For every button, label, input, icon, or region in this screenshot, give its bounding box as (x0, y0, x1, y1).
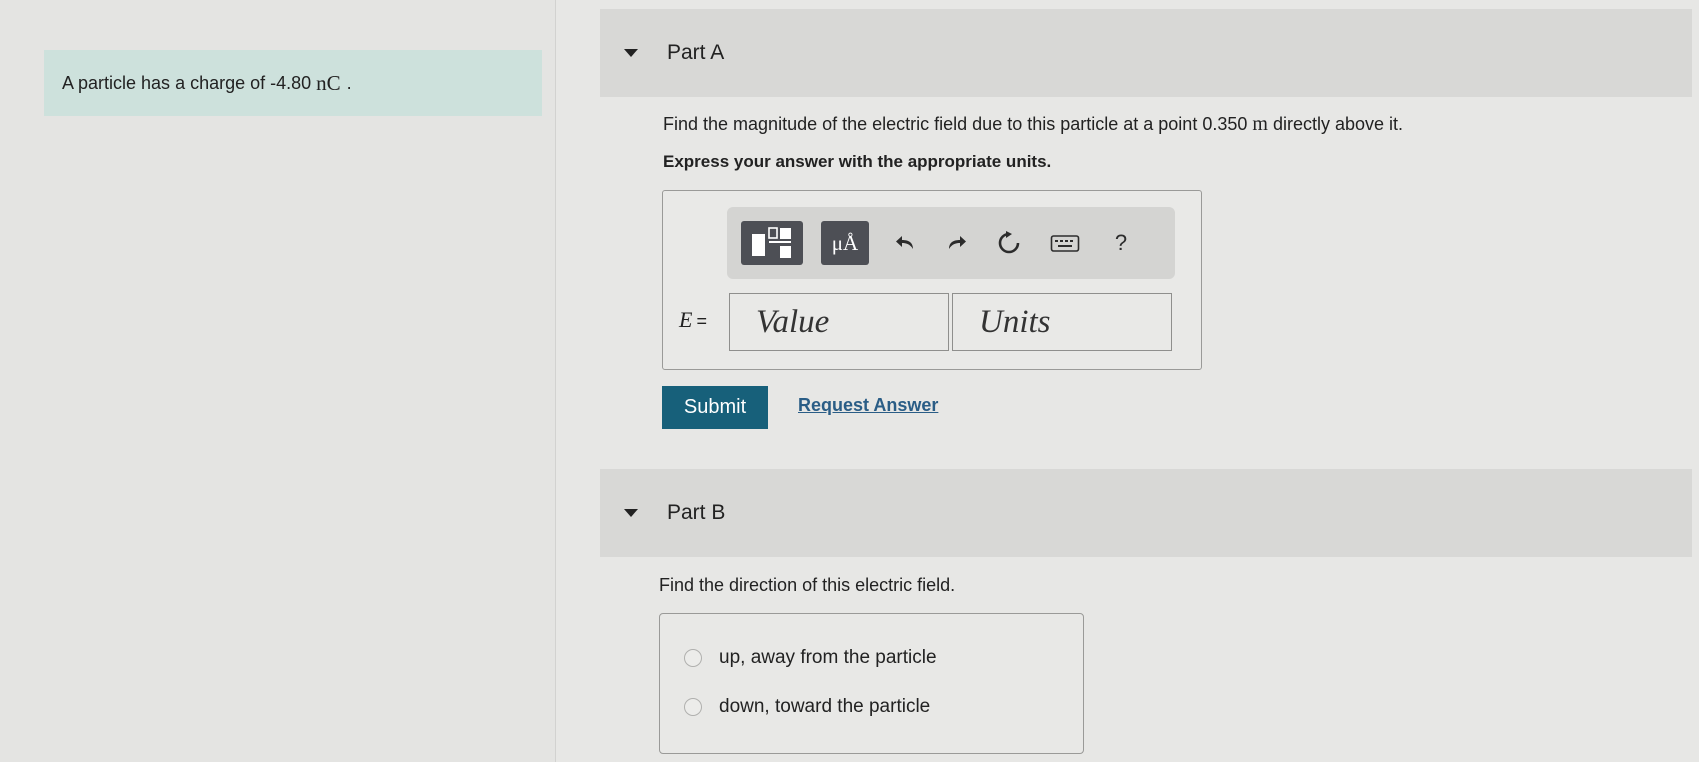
problem-statement: A particle has a charge of -4.80 nC . (44, 50, 542, 116)
choices-box (659, 613, 1084, 754)
units-button[interactable]: μÅ (821, 221, 869, 265)
help-icon: ? (1114, 230, 1128, 255)
redo-button[interactable] (939, 225, 975, 261)
undo-button[interactable] (887, 225, 923, 261)
part-b-collapse-caret-icon[interactable] (624, 509, 638, 517)
value-placeholder: Value (756, 303, 830, 340)
part-a-instruction: Express your answer with the appropriate… (663, 152, 1052, 171)
units-placeholder: Units (979, 303, 1051, 340)
part-a-question: Find the magnitude of the electric field… (663, 113, 1403, 136)
redo-icon (949, 236, 966, 249)
part-b-title: Part B (667, 501, 726, 524)
math-toolbar: μÅ ? (727, 207, 1175, 279)
submit-button[interactable]: Submit (662, 386, 768, 429)
radio-button[interactable] (684, 649, 702, 667)
help-button[interactable]: ? (1103, 225, 1139, 261)
choice-label: down, toward the particle (719, 696, 931, 717)
problem-charge-unit: nC (316, 70, 341, 95)
choice-down[interactable]: down, toward the particle (684, 696, 930, 718)
problem-text: A particle has a charge of -4.80 (62, 72, 312, 93)
part-b-header[interactable]: Part B (600, 469, 1692, 557)
value-input[interactable]: Value (729, 293, 949, 351)
part-a-question-end: directly above it. (1272, 114, 1404, 134)
equation-label: E = (679, 307, 707, 333)
equation-variable: E (679, 307, 693, 332)
problem-period: . (346, 72, 352, 93)
reset-button[interactable] (991, 225, 1027, 261)
part-a-title: Part A (667, 41, 725, 64)
templates-button[interactable] (741, 221, 803, 265)
problem-column: A particle has a charge of -4.80 nC . (0, 0, 556, 762)
units-symbol-label: μÅ (831, 230, 859, 255)
part-a-header[interactable]: Part A (600, 9, 1692, 97)
part-a-distance-unit: m (1252, 113, 1268, 135)
equation-equals: = (696, 311, 707, 331)
radio-button[interactable] (684, 698, 702, 716)
request-answer-link[interactable]: Request Answer (798, 395, 938, 416)
reset-icon (998, 231, 1020, 254)
keyboard-button[interactable] (1045, 225, 1085, 261)
choice-up[interactable]: up, away from the particle (684, 647, 937, 669)
undo-icon (896, 236, 913, 249)
choice-label: up, away from the particle (719, 647, 937, 668)
part-b-question: Find the direction of this electric fiel… (659, 575, 956, 595)
part-a-collapse-caret-icon[interactable] (624, 49, 638, 57)
fraction-template-icon (752, 227, 791, 258)
part-a-question-text: Find the magnitude of the electric field… (663, 114, 1248, 134)
keyboard-icon (1050, 235, 1080, 252)
units-input[interactable]: Units (952, 293, 1172, 351)
